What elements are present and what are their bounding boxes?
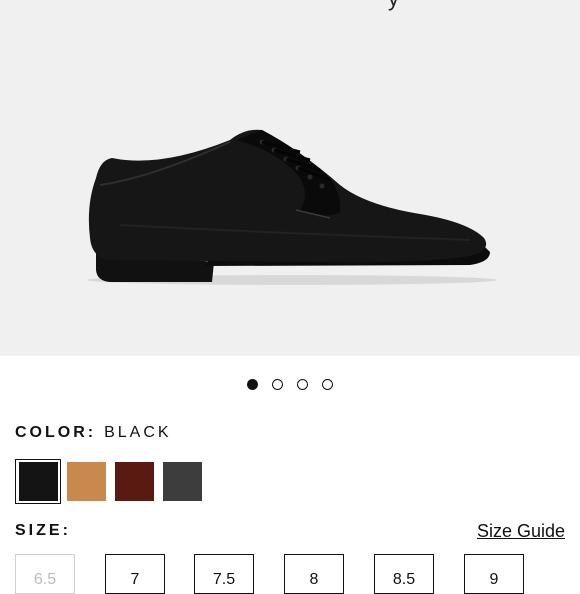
gallery-dot-4[interactable]: [322, 379, 333, 390]
size-option[interactable]: 8: [284, 554, 344, 594]
swatch-burgundy[interactable]: [115, 462, 154, 501]
product-image-area[interactable]: y: [0, 0, 580, 356]
shoe-image: [87, 129, 497, 285]
color-selected-value: BLACK: [104, 424, 172, 441]
gallery-dot-3[interactable]: [297, 379, 308, 390]
color-label: COLOR:: [15, 424, 97, 441]
size-guide-link[interactable]: Size Guide: [477, 521, 565, 542]
gallery-dot-1[interactable]: [247, 379, 258, 390]
size-option[interactable]: 8.5: [374, 554, 434, 594]
swatch-tan[interactable]: [67, 462, 106, 501]
swatch-dark-grey[interactable]: [163, 462, 202, 501]
gallery-dot-2[interactable]: [272, 379, 283, 390]
gallery-pagination: [0, 379, 580, 393]
size-option[interactable]: 7: [105, 554, 165, 594]
size-option[interactable]: 9: [464, 554, 524, 594]
swatch-black[interactable]: [19, 462, 58, 501]
size-label: SIZE:: [15, 522, 71, 539]
size-option[interactable]: 7.5: [194, 554, 254, 594]
size-option[interactable]: 6.5: [15, 554, 75, 594]
color-heading: COLOR: BLACK: [15, 424, 172, 442]
